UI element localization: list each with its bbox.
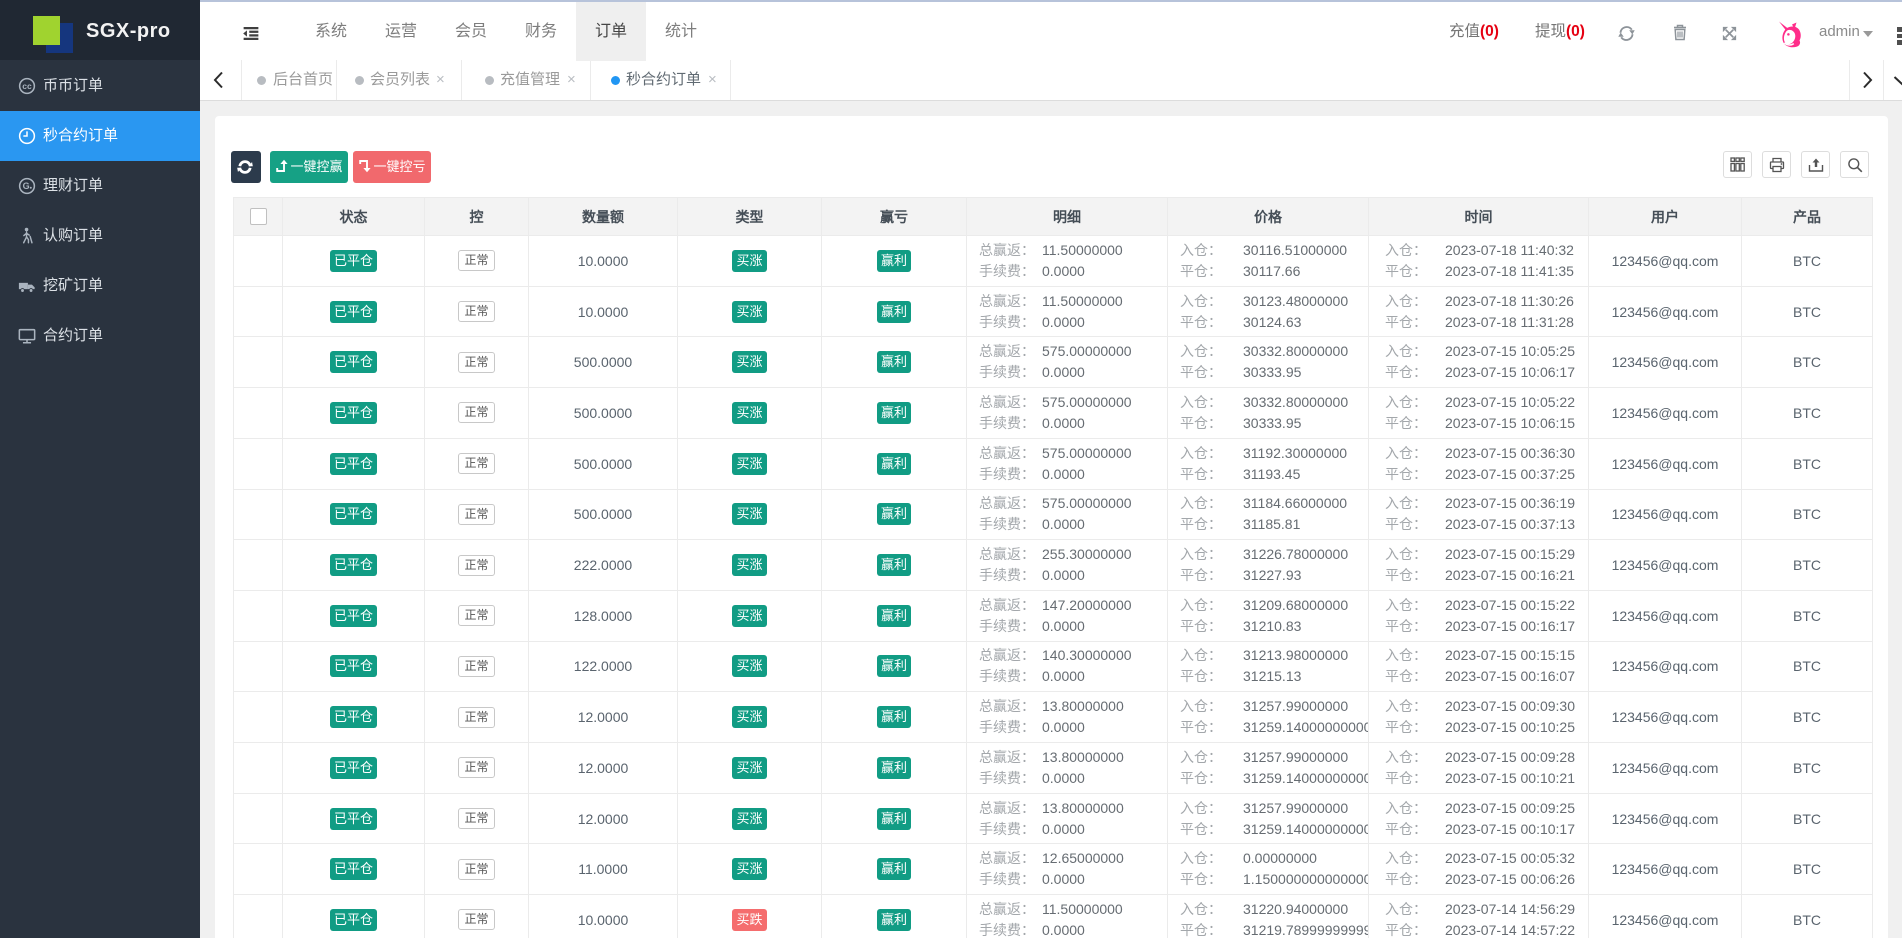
svg-text:G: G [23,181,30,191]
svg-text:cc: cc [22,81,32,91]
